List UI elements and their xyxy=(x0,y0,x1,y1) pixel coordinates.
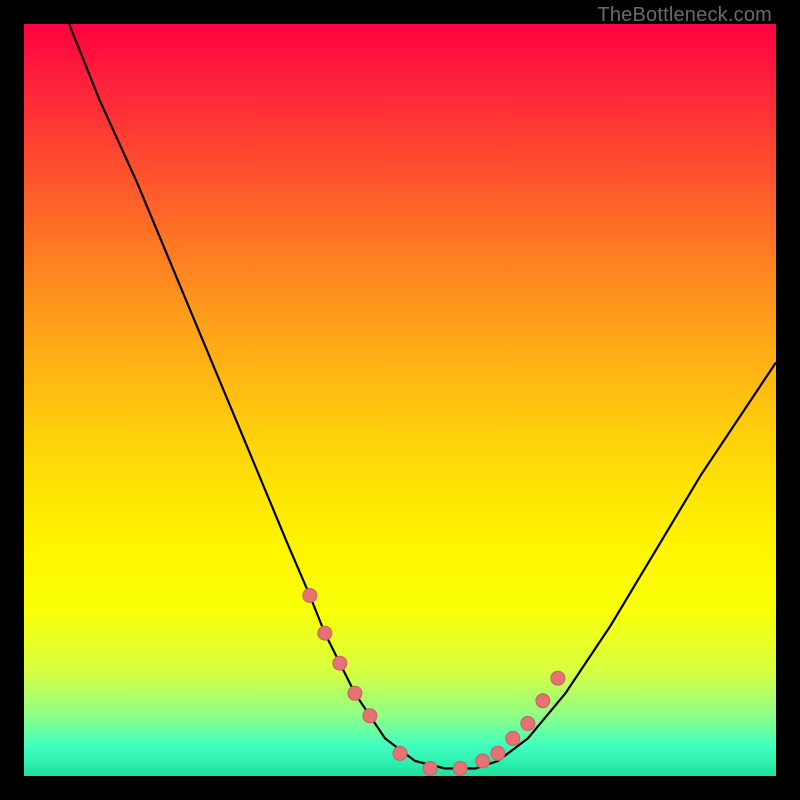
highlight-dot xyxy=(333,656,347,670)
chart-frame: TheBottleneck.com xyxy=(0,0,800,800)
highlight-dot xyxy=(476,754,490,768)
highlight-dot xyxy=(521,716,535,730)
highlight-dots-group xyxy=(303,589,565,776)
highlight-dot xyxy=(551,671,565,685)
bottleneck-curve-svg xyxy=(24,24,776,776)
highlight-dot xyxy=(506,731,520,745)
bottleneck-curve-line xyxy=(69,24,776,769)
plot-area xyxy=(24,24,776,776)
highlight-dot xyxy=(363,709,377,723)
highlight-dot xyxy=(536,694,550,708)
highlight-dot xyxy=(393,746,407,760)
highlight-dot xyxy=(303,589,317,603)
highlight-dot xyxy=(423,762,437,776)
highlight-dot xyxy=(348,686,362,700)
highlight-dot xyxy=(491,746,505,760)
highlight-dot xyxy=(453,762,467,776)
highlight-dot xyxy=(318,626,332,640)
